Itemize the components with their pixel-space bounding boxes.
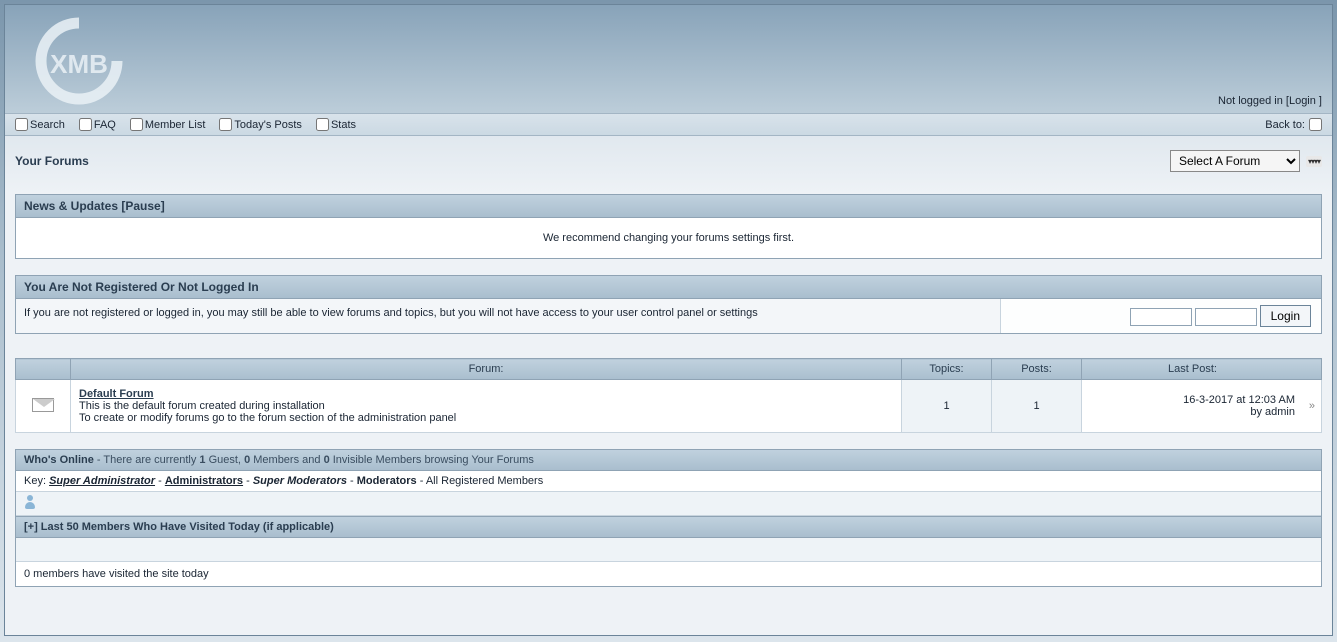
user-icon — [24, 495, 36, 509]
forum-title: Your Forums — [15, 154, 89, 168]
online-users-row — [16, 492, 1321, 516]
news-header-text: News & Updates — [24, 199, 118, 213]
nav-stats-checkbox[interactable] — [316, 118, 329, 131]
forum-table: Forum: Topics: Posts: Last Post: Default… — [15, 358, 1322, 433]
nav-faq[interactable]: FAQ — [79, 118, 116, 131]
col-icon-header — [16, 359, 71, 380]
forum-posts-cell: 1 — [992, 380, 1082, 433]
nav-faq-checkbox[interactable] — [79, 118, 92, 131]
nav-search-checkbox[interactable] — [15, 118, 28, 131]
visitors-row: 0 members have visited the site today — [16, 562, 1321, 586]
title-row: Your Forums Select A Forum ▾▾▾▾ — [5, 136, 1332, 178]
nav-search[interactable]: Search — [15, 118, 65, 131]
login-button[interactable]: Login — [1260, 305, 1311, 327]
whos-online-title: Who's Online — [24, 454, 94, 466]
login-status: Not logged in [Login ] — [1218, 95, 1322, 107]
last50-empty-row — [16, 538, 1321, 562]
news-pause-link[interactable]: [Pause] — [121, 199, 164, 213]
whos-online-sub: - There are currently 1 Guest, 0 Members… — [94, 454, 534, 466]
nav-stats-label: Stats — [331, 119, 356, 131]
nav-faq-label: FAQ — [94, 119, 116, 131]
svg-text:XMB: XMB — [50, 49, 108, 79]
username-field[interactable] — [1130, 308, 1192, 326]
col-posts-header: Posts: — [992, 359, 1082, 380]
login-row: If you are not registered or logged in, … — [16, 299, 1321, 333]
back-to: Back to: — [1265, 118, 1322, 131]
nav-search-label: Search — [30, 119, 65, 131]
nav-todays-posts[interactable]: Today's Posts — [219, 118, 302, 131]
col-topics-header: Topics: — [902, 359, 992, 380]
login-form: Login — [1001, 299, 1321, 333]
not-logged-message: If you are not registered or logged in, … — [16, 299, 1001, 333]
key-all: - All Registered Members — [417, 475, 544, 487]
lastpost-date: 16-3-2017 at 12:03 AM — [1183, 394, 1295, 406]
key-mod: Moderators — [357, 475, 417, 487]
forum-desc2: To create or modify forums go to the for… — [79, 412, 456, 424]
whos-online-header: Who's Online - There are currently 1 Gue… — [16, 450, 1321, 471]
key-super-admin: Super Administrator — [49, 475, 155, 487]
forum-row-info: Default Forum This is the default forum … — [71, 380, 902, 433]
news-header: News & Updates [Pause] — [16, 195, 1321, 218]
forum-topics-cell: 1 — [902, 380, 992, 433]
password-field[interactable] — [1195, 308, 1257, 326]
login-status-suffix: ] — [1316, 95, 1322, 107]
col-forum-header: Forum: — [71, 359, 902, 380]
login-status-prefix: Not logged in [ — [1218, 95, 1289, 107]
forum-desc1: This is the default forum created during… — [79, 400, 325, 412]
key-row: Key: Super Administrator - Administrator… — [16, 471, 1321, 492]
last50-header[interactable]: [+] Last 50 Members Who Have Visited Tod… — [16, 516, 1321, 538]
news-section: News & Updates [Pause] We recommend chan… — [15, 194, 1322, 259]
nav-member-list-checkbox[interactable] — [130, 118, 143, 131]
goto-lastpost-icon[interactable]: » — [1309, 400, 1315, 412]
forum-row-icon-cell — [16, 380, 71, 433]
back-to-label: Back to: — [1265, 119, 1305, 131]
news-body-prefix: We recommend changing your forums — [543, 232, 732, 244]
news-body: We recommend changing your forums settin… — [16, 218, 1321, 258]
content-area: News & Updates [Pause] We recommend chan… — [5, 194, 1332, 597]
envelope-icon — [32, 398, 54, 412]
news-body-suffix: first. — [770, 232, 794, 244]
lastpost-by: by admin — [1250, 406, 1295, 418]
key-smod: Super Moderators — [253, 475, 347, 487]
xmb-logo: XMB — [27, 15, 132, 107]
scroll-down-icon[interactable]: ▾▾▾▾ — [1306, 156, 1322, 167]
nav-member-list-label: Member List — [145, 119, 206, 131]
nav-stats[interactable]: Stats — [316, 118, 356, 131]
nav-todays-posts-checkbox[interactable] — [219, 118, 232, 131]
not-logged-section: You Are Not Registered Or Not Logged In … — [15, 275, 1322, 334]
news-settings-link[interactable]: settings — [732, 232, 770, 244]
key-admin: Administrators — [165, 475, 243, 487]
forum-select[interactable]: Select A Forum — [1170, 150, 1300, 172]
back-to-checkbox[interactable] — [1309, 118, 1322, 131]
app-window: XMB Not logged in [Login ] Search FAQ Me… — [4, 4, 1333, 636]
login-link[interactable]: Login — [1289, 95, 1316, 107]
forum-select-wrap: Select A Forum ▾▾▾▾ — [1170, 150, 1322, 172]
forum-lastpost-cell: 16-3-2017 at 12:03 AM by admin » — [1082, 380, 1322, 433]
col-lastpost-header: Last Post: — [1082, 359, 1322, 380]
whos-online-section: Who's Online - There are currently 1 Gue… — [15, 449, 1322, 587]
key-label: Key: — [24, 475, 49, 487]
nav-bar: Search FAQ Member List Today's Posts Sta… — [5, 113, 1332, 136]
nav-member-list[interactable]: Member List — [130, 118, 206, 131]
nav-links: Search FAQ Member List Today's Posts Sta… — [15, 118, 356, 131]
header-banner: XMB Not logged in [Login ] — [5, 5, 1332, 113]
forum-row: Default Forum This is the default forum … — [16, 380, 1322, 433]
forum-name-link[interactable]: Default Forum — [79, 388, 154, 400]
not-logged-header: You Are Not Registered Or Not Logged In — [16, 276, 1321, 299]
nav-todays-posts-label: Today's Posts — [234, 119, 302, 131]
